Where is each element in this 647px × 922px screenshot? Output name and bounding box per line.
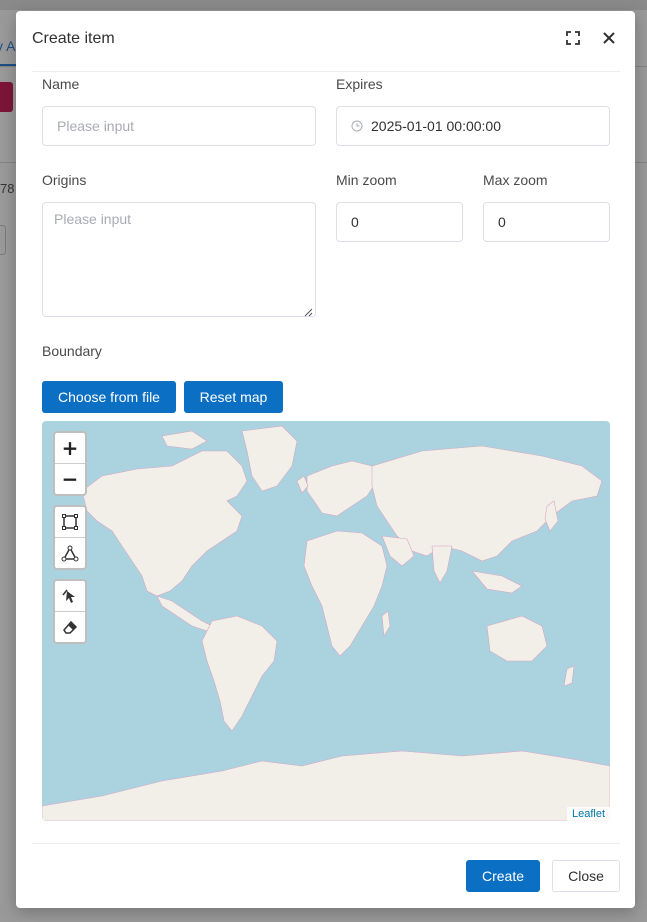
resize-grip-icon[interactable]	[303, 304, 313, 317]
edit-toolbar	[53, 579, 87, 644]
origins-textarea[interactable]: Please input	[42, 202, 316, 317]
background-button	[0, 82, 13, 112]
origins-placeholder: Please input	[54, 211, 132, 227]
min-zoom-input[interactable]: 0	[336, 202, 463, 242]
zoom-out-button[interactable]: −	[55, 464, 85, 494]
background-box	[0, 225, 6, 255]
create-item-dialog: Create item Name Please input Expires 20…	[16, 11, 635, 908]
background-tab: y A	[0, 38, 16, 54]
name-placeholder: Please input	[57, 118, 135, 134]
background-topbar	[0, 0, 647, 10]
background-number: 78	[0, 181, 15, 196]
world-map	[42, 425, 610, 821]
min-zoom-value: 0	[351, 214, 359, 230]
dialog-title: Create item	[32, 30, 115, 47]
expires-value: 2025-01-01 00:00:00	[371, 118, 501, 134]
max-zoom-input[interactable]: 0	[483, 202, 610, 242]
leaflet-link[interactable]: Leaflet	[572, 808, 605, 820]
eraser-icon[interactable]	[55, 612, 85, 642]
boundary-label: Boundary	[42, 343, 102, 359]
expires-label: Expires	[336, 76, 383, 92]
choose-from-file-button[interactable]: Choose from file	[42, 381, 176, 413]
boundary-map[interactable]: + − Leaflet	[42, 421, 610, 821]
name-input[interactable]: Please input	[42, 106, 316, 146]
expires-datetime-picker[interactable]: 2025-01-01 00:00:00	[336, 106, 610, 146]
polygon-draw-icon[interactable]	[55, 538, 85, 568]
header-divider	[32, 71, 620, 72]
min-zoom-label: Min zoom	[336, 172, 397, 188]
max-zoom-value: 0	[498, 214, 506, 230]
close-button[interactable]: Close	[552, 860, 620, 892]
clock-icon	[351, 120, 363, 132]
zoom-control: + −	[53, 431, 87, 496]
footer-divider	[32, 843, 620, 844]
max-zoom-label: Max zoom	[483, 172, 548, 188]
zoom-in-button[interactable]: +	[55, 433, 85, 464]
map-attribution[interactable]: Leaflet	[566, 807, 610, 821]
rectangle-draw-icon[interactable]	[55, 507, 85, 538]
draw-toolbar	[53, 505, 87, 570]
edit-layers-icon[interactable]	[55, 581, 85, 612]
reset-map-button[interactable]: Reset map	[184, 381, 283, 413]
fullscreen-icon[interactable]	[564, 29, 582, 47]
origins-label: Origins	[42, 172, 87, 188]
close-icon[interactable]	[600, 29, 618, 47]
name-label: Name	[42, 76, 80, 92]
create-button[interactable]: Create	[466, 860, 540, 892]
